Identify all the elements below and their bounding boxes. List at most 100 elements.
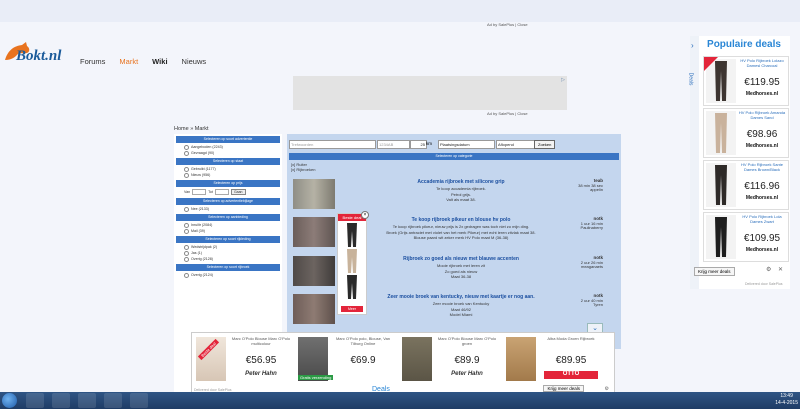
banner-ad[interactable]: ▷ xyxy=(293,76,567,110)
deal-card[interactable]: HV Polo Rijbroek Amanda Dames Sand €98.9… xyxy=(703,108,789,158)
deal-name[interactable]: HV Polo Rijbroek Lola Dames Zwart xyxy=(738,214,786,224)
deal-name[interactable]: Marc O'Polo polo, Blouse, Van Tilburg On… xyxy=(332,336,394,346)
sidebar-header: Selecteren op soort rijbroek xyxy=(176,264,280,271)
more-deals-button[interactable]: Krijg meer deals xyxy=(543,385,584,392)
price-from-input[interactable] xyxy=(192,189,207,195)
sidebar-option[interactable]: Mail (39) xyxy=(174,228,282,234)
gear-icon[interactable]: ⚙ xyxy=(766,266,771,273)
deal-price: €98.96 xyxy=(746,129,778,140)
km-input[interactable]: 25 xyxy=(410,140,427,149)
top-strip xyxy=(0,0,800,22)
deal-shop[interactable]: Medhorses.nl xyxy=(738,143,786,149)
mid-ad-note[interactable]: Ad by SalePlus | Close xyxy=(487,111,528,116)
legging-image[interactable] xyxy=(341,275,363,299)
desc-line: Model Miami xyxy=(449,312,473,317)
deal-product-image[interactable] xyxy=(706,215,736,259)
listing-title[interactable]: Te koop rijbroek pikeur en blouse hv pol… xyxy=(355,217,567,223)
nav-forums[interactable]: Forums xyxy=(80,57,105,66)
close-icon[interactable]: ✕ xyxy=(778,266,783,273)
sidebar-option[interactable]: Overig (2124) xyxy=(174,272,282,278)
deal-product-image[interactable] xyxy=(706,111,736,155)
breadcrumb[interactable]: Home » Markt xyxy=(174,126,209,132)
more-button[interactable]: Meer xyxy=(341,306,363,312)
deal-shop[interactable]: Medhorses.nl xyxy=(738,195,786,201)
sidebar-option[interactable]: Nee (2133) xyxy=(174,206,282,212)
deal-name[interactable]: HV Polo Rijbroek Lolazo Damesl Charcoal xyxy=(738,58,786,68)
listing-thumbnail[interactable] xyxy=(293,179,335,209)
chrome-taskbar-icon[interactable] xyxy=(26,393,44,408)
listing-seller[interactable]: Paulinaberry xyxy=(581,226,603,231)
deal-card[interactable]: Alba Moda Groen Rijbroek €89.95 OTTO xyxy=(504,335,604,383)
listing-title[interactable]: Accademia rijbroek met silicone grip xyxy=(355,179,567,185)
deal-card[interactable]: Marc O'Polo polo, Blouse, Van Tilburg On… xyxy=(296,335,396,383)
shop-logo[interactable]: Peter Hahn xyxy=(440,371,494,379)
deal-name[interactable]: Alba Moda Groen Rijbroek xyxy=(540,336,602,342)
deal-product-image[interactable] xyxy=(706,163,736,207)
nav-markt[interactable]: Markt xyxy=(119,57,138,66)
more-deals-button[interactable]: Krijg meer deals xyxy=(694,267,735,276)
shop-logo[interactable]: Peter Hahn xyxy=(234,371,288,379)
listing-seller[interactable]: Tyren xyxy=(581,303,603,308)
deal-price: €89.9 xyxy=(454,355,480,366)
sidebar-option[interactable]: Gevraagd (90) xyxy=(174,150,282,156)
system-clock[interactable]: 13:49 14-4-2015 xyxy=(775,393,798,407)
deal-name[interactable]: Marc O'Polo Blouse Marc O'Polo groen xyxy=(436,336,498,346)
deal-name[interactable]: HV Polo Rijbroek Sante Dames Brown/Black xyxy=(738,162,786,172)
top-ad-note[interactable]: Ad by SalePlus | Close xyxy=(487,22,528,27)
app-taskbar-icon[interactable] xyxy=(104,393,122,408)
list-item[interactable]: Accademia rijbroek met silicone grip Te … xyxy=(291,177,607,211)
listing-thumbnail[interactable] xyxy=(293,294,335,324)
search-button[interactable]: Zoeken xyxy=(534,140,556,149)
deal-shop[interactable]: Medhorses.nl xyxy=(738,91,786,97)
listing-description: Zeer mooie broek van Kentucky Maat 46/92… xyxy=(355,301,567,318)
sort-date-select[interactable]: Plaatsingsdatum xyxy=(438,140,495,149)
site-logo[interactable]: Bokt.nl xyxy=(2,40,68,70)
deal-product-image[interactable] xyxy=(506,337,536,381)
price-from-label: Van xyxy=(184,190,191,194)
postcode-input[interactable]: 1234AB xyxy=(377,140,410,149)
deal-name[interactable]: HV Polo Rijbroek Amanda Dames Sand xyxy=(738,110,786,120)
sidebar-option[interactable]: Overig (2128) xyxy=(174,256,282,262)
deal-name[interactable]: Marc O'Polo Blouse Marc O'Polo multicolo… xyxy=(230,336,292,346)
ad-play-icon[interactable]: ▷ xyxy=(561,77,565,83)
deal-card[interactable]: Beste deal Marc O'Polo Blouse Marc O'Pol… xyxy=(194,335,294,383)
deal-product-image[interactable] xyxy=(402,337,432,381)
free-shipping-badge: Gratis verzending xyxy=(298,375,334,380)
deal-card[interactable]: HV Polo Rijbroek Sante Dames Brown/Black… xyxy=(703,160,789,210)
legging-image[interactable] xyxy=(341,223,363,247)
deal-card[interactable]: HV Polo Rijbroek Lola Dames Zwart €109.9… xyxy=(703,212,789,262)
listing-title[interactable]: Zeer mooie broek van kentucky, nieuw met… xyxy=(355,294,567,300)
keyword-input[interactable]: Trefwoorden xyxy=(289,140,376,149)
deal-shop[interactable]: Medhorses.nl xyxy=(738,247,786,253)
shop-logo[interactable]: OTTO xyxy=(544,371,598,379)
desc-line: Maat 36-38 xyxy=(450,274,472,279)
sidebar-header: Selecteren op staat xyxy=(176,158,280,165)
sidebar-header: Selecteren op advertentiebijlage xyxy=(176,198,280,205)
price-to-input[interactable] xyxy=(214,189,229,195)
start-button[interactable] xyxy=(2,393,17,408)
sidebar-header: Selecteren op soort advertentie xyxy=(176,136,280,143)
listing-seller[interactable]: meaganaets xyxy=(581,265,603,270)
sidebar-header: Selecteren op prijs xyxy=(176,180,280,187)
filter-rijbroeken[interactable]: [x] Rijbroeken xyxy=(291,167,315,172)
app-taskbar-icon[interactable] xyxy=(78,393,96,408)
app-taskbar-icon[interactable] xyxy=(130,393,148,408)
price-go-button[interactable]: Gaan xyxy=(230,189,246,195)
nav-wiki[interactable]: Wiki xyxy=(152,57,167,66)
listing-thumbnail[interactable] xyxy=(293,256,335,286)
floating-deal-ad[interactable]: Beste deal × Meer xyxy=(337,211,369,315)
sidebar-header: Selecteren op soort rijkleding xyxy=(176,236,280,243)
close-icon[interactable]: × xyxy=(361,211,369,219)
listing-title[interactable]: Rijbroek zo goed als nieuw met blauwe ac… xyxy=(355,256,567,262)
legging-image[interactable] xyxy=(341,249,363,273)
sort-order-select[interactable]: Aflopend xyxy=(496,140,535,149)
chevron-right-icon[interactable]: › xyxy=(691,41,694,50)
listing-thumbnail[interactable] xyxy=(293,217,335,247)
sidebar-option[interactable]: Nieuw (956) xyxy=(174,172,282,178)
deals-tab[interactable]: › Deals xyxy=(687,36,699,289)
deal-card[interactable]: HV Polo Rijbroek Lolazo Damesl Charcoal … xyxy=(703,56,789,106)
listing-seller[interactable]: appelin xyxy=(578,188,603,193)
explorer-taskbar-icon[interactable] xyxy=(52,393,70,408)
nav-nieuws[interactable]: Nieuws xyxy=(182,57,207,66)
deal-card[interactable]: Marc O'Polo Blouse Marc O'Polo groen €89… xyxy=(400,335,500,383)
